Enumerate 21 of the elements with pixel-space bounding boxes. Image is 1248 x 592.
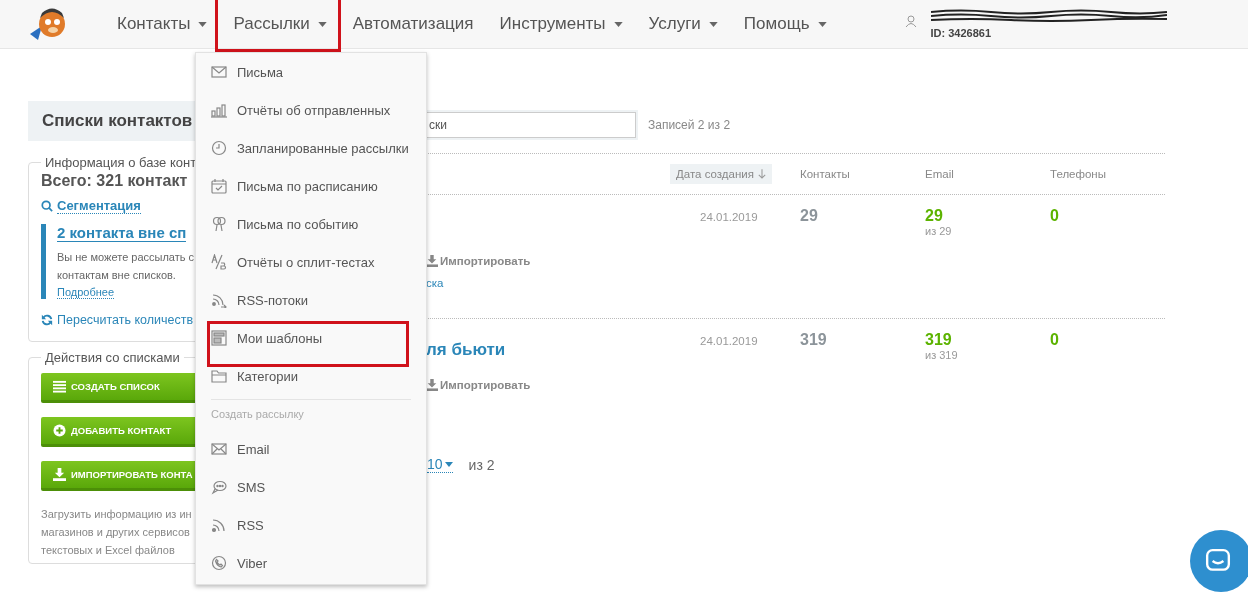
- panel-legend: Информация о базе конт: [41, 155, 201, 170]
- email-count: 29: [925, 207, 943, 225]
- email-total: из 29: [925, 225, 952, 237]
- contacts-count: 319: [800, 331, 827, 348]
- phones-count: 0: [1050, 331, 1059, 348]
- page-total: из 2: [468, 456, 495, 473]
- email-count: 319: [925, 331, 952, 349]
- notice-text: Вы не можете рассылать с: [57, 250, 195, 265]
- contacts-count: 29: [800, 207, 818, 224]
- total-contacts: Всего: 321 контакт: [41, 172, 188, 190]
- email-total: из 319: [925, 349, 958, 361]
- notice-text: контактам вне списков.: [57, 268, 176, 283]
- creation-date: 24.01.2019: [700, 211, 758, 223]
- creation-date: 24.01.2019: [700, 335, 758, 347]
- account-id: ID: 3426861: [930, 27, 993, 39]
- records-count: Записей 2 из 2: [648, 118, 731, 132]
- phones-count: 0: [1050, 207, 1059, 224]
- panel-legend: Действия со списками: [41, 350, 184, 365]
- import-description: текстовых и Excel файлов: [41, 543, 175, 558]
- import-description: магазинов и других сервисов: [41, 525, 190, 540]
- import-description: Загрузить информацию из ин: [41, 507, 192, 522]
